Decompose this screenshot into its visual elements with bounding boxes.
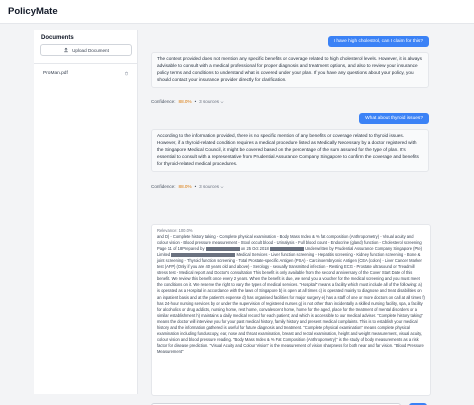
redacted-text [205,246,240,252]
confidence-value: 88.0% [178,99,192,104]
sidebar-title: Documents [41,35,74,41]
upload-document-button[interactable]: Upload Document [40,44,132,56]
user-message: What about thyroid issues? [359,113,429,124]
sources-label: 3 sources [199,99,220,104]
documents-sidebar: Documents Upload Document ProMan.pdf [34,30,138,394]
sources-toggle[interactable]: 3 sources [199,184,224,189]
chevron-down-icon [220,185,224,188]
assistant-message: The context provided does not mention an… [151,52,429,88]
chat-panel: I have high cholestrol, can I claim for … [147,30,439,405]
redacted-text [171,252,236,258]
meta-separator: • [194,184,197,189]
sidebar-divider [34,63,138,64]
confidence-label: Confidence: [151,99,176,104]
upload-document-label: Upload Document [72,47,109,53]
app-title: PolicyMate [8,6,58,17]
user-message: I have high cholestrol, can I claim for … [327,36,429,47]
response-meta: Confidence: 88.0% • 3 sources [151,184,224,189]
redacted-text [269,246,304,252]
assistant-message: According to the information provided, t… [151,129,429,172]
sources-toggle[interactable]: 3 sources [199,99,224,104]
chevron-down-icon [220,100,224,103]
confidence-value: 88.0% [178,184,192,189]
document-name: ProMan.pdf [43,71,68,76]
meta-separator: • [194,99,197,104]
sources-label: 3 sources [199,184,220,189]
document-item[interactable]: ProMan.pdf [40,68,132,79]
upload-icon [64,47,68,53]
trash-icon[interactable] [124,71,129,76]
source-excerpt: Relevance: 100.0% and D) - Complete hist… [151,224,431,396]
top-bar: PolicyMate [0,0,474,24]
confidence-label: Confidence: [151,184,176,189]
response-meta: Confidence: 88.0% • 3 sources [151,99,224,104]
source-text: Medical Services - Liver function screen… [157,252,425,354]
source-text: on 25 Oct 2018 [240,246,269,252]
